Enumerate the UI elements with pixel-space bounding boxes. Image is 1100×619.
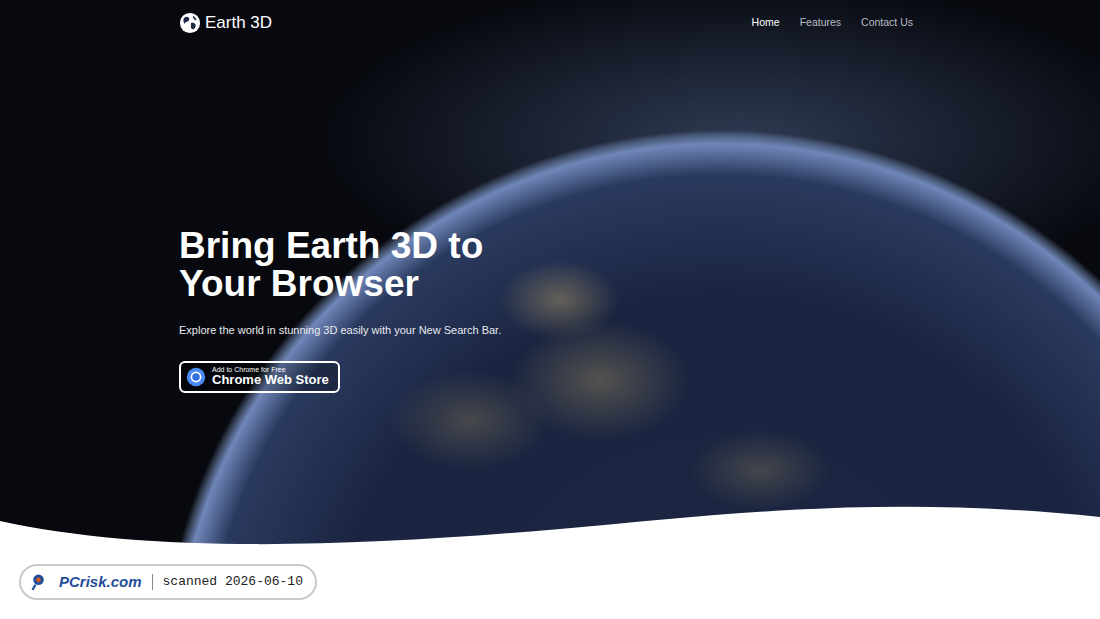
watermark-badge: PCrisk.com scanned 2026-06-10	[19, 564, 317, 600]
chrome-store-button[interactable]: Add to Chrome for FreeChrome Web Store	[179, 361, 340, 394]
brand-logo[interactable]: Earth 3D	[179, 10, 272, 36]
hero-content: Bring Earth 3D to Your Browser Explore th…	[179, 42, 921, 395]
button-label: Add to Chrome for FreeChrome Web Store	[212, 366, 329, 389]
nav-link[interactable]: Contact Us	[853, 11, 921, 35]
hero-title: Bring Earth 3D to Your Browser	[179, 227, 559, 305]
wave-divider	[0, 499, 1100, 619]
chrome-icon	[186, 367, 206, 387]
navbar: Earth 3D HomeFeaturesContact Us	[179, 0, 921, 42]
button-small-text: Add to Chrome for Free	[212, 366, 329, 374]
watermark-separator	[152, 574, 153, 590]
hero-subtitle: Explore the world in stunning 3D easily …	[179, 322, 921, 339]
button-large-text: Chrome Web Store	[212, 373, 329, 388]
globe-icon	[179, 12, 201, 34]
watermark-text: scanned 2026-06-10	[163, 572, 303, 592]
brand-name: Earth 3D	[205, 10, 272, 36]
nav-link[interactable]: Home	[744, 11, 788, 35]
nav-link[interactable]: Features	[792, 11, 849, 35]
page-container: Earth 3D HomeFeaturesContact Us Bring Eart…	[167, 0, 933, 394]
hero-section: Earth 3D HomeFeaturesContact Us Bring Eart…	[0, 0, 1100, 619]
magnifier-icon	[31, 573, 49, 591]
watermark-site: PCrisk.com	[59, 571, 142, 594]
nav-links: HomeFeaturesContact Us	[744, 11, 921, 35]
